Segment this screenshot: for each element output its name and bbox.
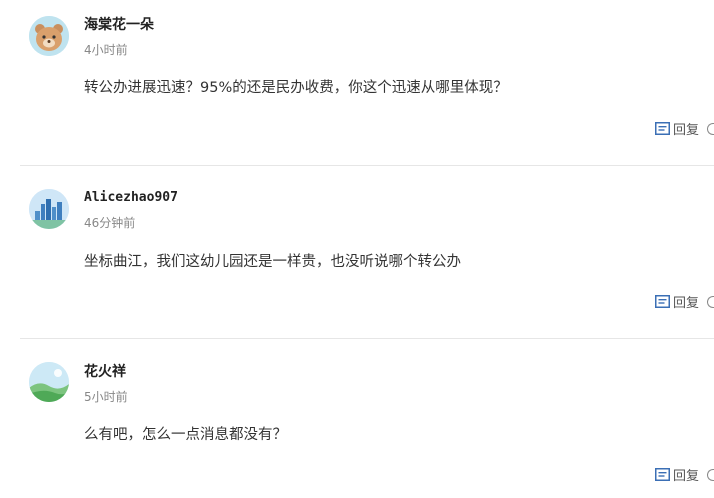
divider xyxy=(20,338,714,339)
reply-label: 回复 xyxy=(673,296,700,311)
comment-text: 坐标曲江，我们这幼儿园还是一样贵，也没听说哪个转公办 xyxy=(84,254,461,270)
comment-time: 4小时前 xyxy=(84,43,128,57)
comment-username[interactable]: 海棠花一朵 xyxy=(84,14,154,34)
comment-username[interactable]: Alicezhao907 xyxy=(84,190,178,205)
bear-avatar-icon xyxy=(29,16,69,56)
user-avatar[interactable] xyxy=(29,189,69,229)
like-icon[interactable] xyxy=(707,122,714,135)
comment-icon xyxy=(655,468,670,481)
reply-label: 回复 xyxy=(673,123,700,138)
reply-label: 回复 xyxy=(673,469,700,484)
reply-button[interactable]: 回复 xyxy=(655,119,714,138)
comment-text: 么有吧，怎么一点消息都没有？ xyxy=(84,427,287,443)
user-avatar[interactable] xyxy=(29,362,69,402)
like-icon[interactable] xyxy=(707,295,714,308)
reply-button[interactable]: 回复 xyxy=(655,465,714,484)
landscape-avatar-icon xyxy=(29,362,69,402)
comment-username[interactable]: 花火祥 xyxy=(84,361,126,381)
like-icon[interactable] xyxy=(707,468,714,481)
comment-icon xyxy=(655,295,670,308)
city-skyline-avatar-icon xyxy=(29,189,69,229)
user-avatar[interactable] xyxy=(29,16,69,56)
comment-time: 5小时前 xyxy=(84,390,128,404)
divider xyxy=(20,165,714,166)
reply-button[interactable]: 回复 xyxy=(655,292,714,311)
comment-icon xyxy=(655,122,670,135)
comment-text: 转公办进展迅速？95%的还是民办收费，你这个迅速从哪里体现？ xyxy=(84,80,508,96)
comment-time: 46分钟前 xyxy=(84,216,136,230)
